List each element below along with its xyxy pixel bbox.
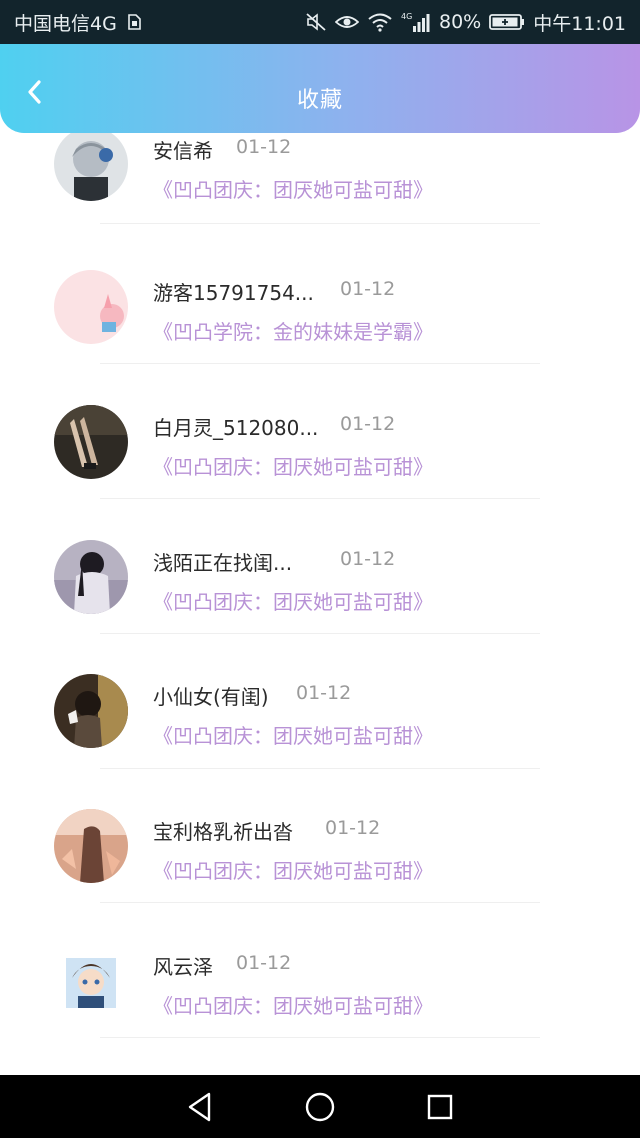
carrier-label: 中国电信4G <box>14 12 117 35</box>
favorite-date: 01-12 <box>340 278 396 300</box>
nav-back-button[interactable] <box>180 1087 220 1127</box>
avatar[interactable] <box>54 127 128 201</box>
list-item[interactable]: 小仙女(有闺) 01-12 《凹凸团庆：团厌她可盐可甜》 <box>0 650 640 785</box>
user-name: 宝利格乳祈出沓 <box>153 820 293 844</box>
divider <box>100 633 540 634</box>
list-item[interactable]: 安信希 01-12 《凹凸团庆：团厌她可盐可甜》 <box>0 115 640 245</box>
user-name: 风云泽 <box>153 955 213 979</box>
work-title-link[interactable]: 《凹凸团庆：团厌她可盐可甜》 <box>153 174 433 203</box>
favorite-date: 01-12 <box>236 952 292 974</box>
signal-icon: 4G <box>401 11 431 33</box>
avatar[interactable] <box>54 540 128 614</box>
back-triangle-icon <box>188 1092 211 1121</box>
page-title: 收藏 <box>296 88 343 113</box>
favorite-date: 01-12 <box>340 413 396 435</box>
sim-icon <box>125 13 143 31</box>
avatar[interactable] <box>54 944 128 1018</box>
divider <box>100 498 540 499</box>
clock: 中午11:01 <box>533 12 626 35</box>
eye-icon <box>335 13 359 31</box>
list-item[interactable]: 游客15791754... 01-12 《凹凸学院：金的妹妹是学霸》 <box>0 245 640 380</box>
user-name: 安信希 <box>153 139 213 163</box>
nav-recents-button[interactable] <box>420 1087 460 1127</box>
work-title-link[interactable]: 《凹凸学院：金的妹妹是学霸》 <box>153 316 433 345</box>
work-title-link[interactable]: 《凹凸团庆：团厌她可盐可甜》 <box>153 990 433 1019</box>
divider <box>100 768 540 769</box>
work-title-link[interactable]: 《凹凸团庆：团厌她可盐可甜》 <box>153 451 433 480</box>
recents-square-icon <box>427 1094 453 1119</box>
wifi-icon <box>367 12 393 32</box>
divider <box>100 363 540 364</box>
list-item[interactable]: 风云泽 01-12 《凹凸团庆：团厌她可盐可甜》 <box>0 920 640 1055</box>
list-item[interactable]: 浅陌正在找闺... 01-12 《凹凸团庆：团厌她可盐可甜》 <box>0 515 640 650</box>
nav-home-button[interactable] <box>300 1087 340 1127</box>
navigation-bar <box>0 1075 640 1138</box>
battery-icon <box>489 12 525 32</box>
divider <box>100 902 540 903</box>
divider <box>100 1037 540 1038</box>
avatar[interactable] <box>54 674 128 748</box>
work-title-link[interactable]: 《凹凸团庆：团厌她可盐可甜》 <box>153 586 433 615</box>
favorite-date: 01-12 <box>340 548 396 570</box>
status-bar-left: 中国电信4G <box>14 9 143 36</box>
favorite-date: 01-12 <box>296 682 352 704</box>
avatar[interactable] <box>54 809 128 883</box>
user-name: 白月灵_512080... <box>153 416 319 440</box>
header-bar: 收藏 <box>0 44 640 133</box>
user-name: 游客15791754... <box>153 281 314 305</box>
work-title-link[interactable]: 《凹凸团庆：团厌她可盐可甜》 <box>153 720 433 749</box>
list-item[interactable]: 宝利格乳祈出沓 01-12 《凹凸团庆：团厌她可盐可甜》 <box>0 785 640 920</box>
user-name: 浅陌正在找闺... <box>153 551 293 575</box>
network-tag: 4G <box>401 12 412 21</box>
list-item[interactable]: 白月灵_512080... 01-12 《凹凸团庆：团厌她可盐可甜》 <box>0 380 640 515</box>
mute-icon <box>305 12 327 32</box>
home-circle-icon <box>305 1092 335 1121</box>
avatar[interactable] <box>54 405 128 479</box>
work-title-link[interactable]: 《凹凸团庆：团厌她可盐可甜》 <box>153 855 433 884</box>
status-bar-right: 4G 80% 中午11:01 <box>305 9 626 36</box>
divider <box>100 223 540 224</box>
favorite-date: 01-12 <box>236 136 292 158</box>
battery-percent: 80% <box>439 11 482 33</box>
user-name: 小仙女(有闺) <box>153 685 269 709</box>
avatar[interactable] <box>54 270 128 344</box>
favorite-date: 01-12 <box>325 817 381 839</box>
status-bar: 中国电信4G 4G 80% 中午11:01 <box>0 0 640 44</box>
favorites-list[interactable]: 安信希 01-12 《凹凸团庆：团厌她可盐可甜》 游客15791754... 0… <box>0 115 640 1075</box>
